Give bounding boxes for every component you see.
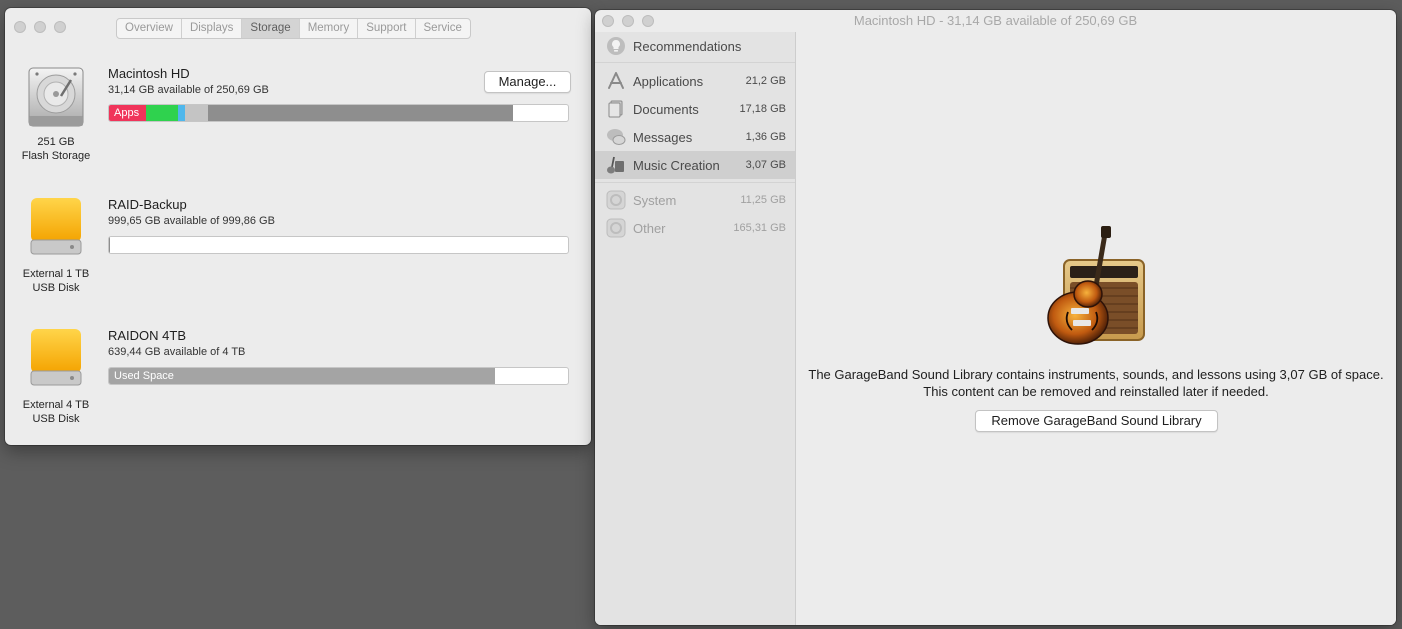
external-disk-icon [27, 327, 85, 389]
tab-support[interactable]: Support [358, 19, 416, 38]
sidebar-item-size: 17,18 GB [739, 103, 786, 115]
sidebar-item-size: 3,07 GB [745, 159, 786, 171]
minimize-button[interactable] [34, 21, 46, 33]
usage-segment [145, 105, 178, 121]
drive-caption: External 4 TB USB Disk [11, 398, 101, 426]
drive-available: 31,14 GB available of 250,69 GB [108, 84, 269, 96]
sidebar-item-label: Other [633, 221, 666, 236]
sidebar-item-documents[interactable]: Documents 17,18 GB [595, 95, 795, 123]
sidebar-item-label: Messages [633, 130, 693, 145]
zoom-button[interactable] [642, 15, 654, 27]
drive-available: 999,65 GB available of 999,86 GB [108, 215, 275, 227]
storage-usage-bar: Used Space [108, 367, 569, 385]
remove-garageband-library-button[interactable]: Remove GarageBand Sound Library [975, 410, 1218, 432]
drive-capacity: External 4 TB [22, 399, 90, 411]
sidebar-item-label: Recommendations [633, 39, 742, 54]
drive-name: Macintosh HD [108, 66, 190, 81]
usage-segment [184, 105, 208, 121]
garageband-icon [1038, 225, 1148, 354]
internal-disk-icon [27, 66, 85, 128]
sidebar-item-other[interactable]: Other 165,31 GB [595, 214, 795, 242]
tab-overview[interactable]: Overview [117, 19, 182, 38]
manage-button[interactable]: Manage... [484, 71, 571, 93]
drive-name: RAID-Backup [108, 197, 187, 212]
tab-bar: Overview Displays Storage Memory Support… [116, 18, 471, 39]
window-title: Macintosh HD - 31,14 GB available of 250… [853, 13, 1138, 28]
drive-caption: External 1 TB USB Disk [11, 267, 101, 295]
sidebar-item-label: Music Creation [633, 158, 720, 173]
drive-type: Flash Storage [21, 150, 91, 162]
close-button[interactable] [14, 21, 26, 33]
close-button[interactable] [602, 15, 614, 27]
tab-storage[interactable]: Storage [242, 19, 300, 38]
sidebar-item-music-creation[interactable]: Music Creation 3,07 GB [595, 151, 795, 179]
sidebar-item-recommendations[interactable]: Recommendations [595, 32, 795, 60]
tab-service[interactable]: Service [416, 19, 470, 38]
drive-capacity: External 1 TB [22, 268, 90, 280]
sidebar-item-size: 165,31 GB [733, 222, 786, 234]
zoom-button[interactable] [54, 21, 66, 33]
messages-icon [606, 127, 626, 147]
usage-segment: Apps [109, 105, 146, 121]
applications-icon [606, 71, 626, 91]
drive-type: USB Disk [32, 282, 80, 294]
sidebar: Recommendations Applications 21,2 GB Doc… [595, 32, 796, 625]
sidebar-item-messages[interactable]: Messages 1,36 GB [595, 123, 795, 151]
drive-capacity: 251 GB [37, 136, 75, 148]
tab-displays[interactable]: Displays [182, 19, 243, 38]
music-creation-icon [606, 155, 626, 175]
system-icon [606, 190, 626, 210]
storage-management-window: Macintosh HD - 31,14 GB available of 250… [595, 10, 1396, 625]
usage-segment [177, 105, 185, 121]
minimize-button[interactable] [622, 15, 634, 27]
detail-pane: The GarageBand Sound Library contains in… [796, 32, 1396, 625]
sidebar-divider [595, 182, 795, 183]
sidebar-item-size: 11,25 GB [740, 194, 786, 206]
other-icon [606, 218, 626, 238]
tab-memory[interactable]: Memory [300, 19, 359, 38]
sidebar-item-label: Applications [633, 74, 704, 89]
drive-type: USB Disk [32, 413, 80, 425]
usage-segment [207, 105, 513, 121]
sidebar-item-size: 21,2 GB [745, 75, 786, 87]
drive-name: RAIDON 4TB [108, 328, 187, 343]
lightbulb-icon [606, 36, 626, 56]
drive-caption: 251 GB Flash Storage [11, 135, 101, 163]
sidebar-item-label: Documents [633, 102, 699, 117]
storage-usage-bar [108, 236, 569, 254]
sidebar-item-applications[interactable]: Applications 21,2 GB [595, 67, 795, 95]
sidebar-item-size: 1,36 GB [745, 131, 786, 143]
window-controls [14, 21, 66, 33]
usage-segment [109, 237, 111, 253]
description-text: The GarageBand Sound Library contains in… [808, 367, 1384, 399]
sidebar-item-system[interactable]: System 11,25 GB [595, 186, 795, 214]
sidebar-divider [595, 62, 795, 63]
external-disk-icon [27, 196, 85, 258]
about-this-mac-window: Overview Displays Storage Memory Support… [5, 8, 591, 445]
drive-available: 639,44 GB available of 4 TB [108, 346, 246, 358]
documents-icon [606, 99, 626, 119]
sidebar-item-label: System [633, 193, 677, 208]
window-controls [602, 15, 654, 27]
usage-segment: Used Space [109, 368, 495, 384]
storage-usage-bar: Apps [108, 104, 569, 122]
